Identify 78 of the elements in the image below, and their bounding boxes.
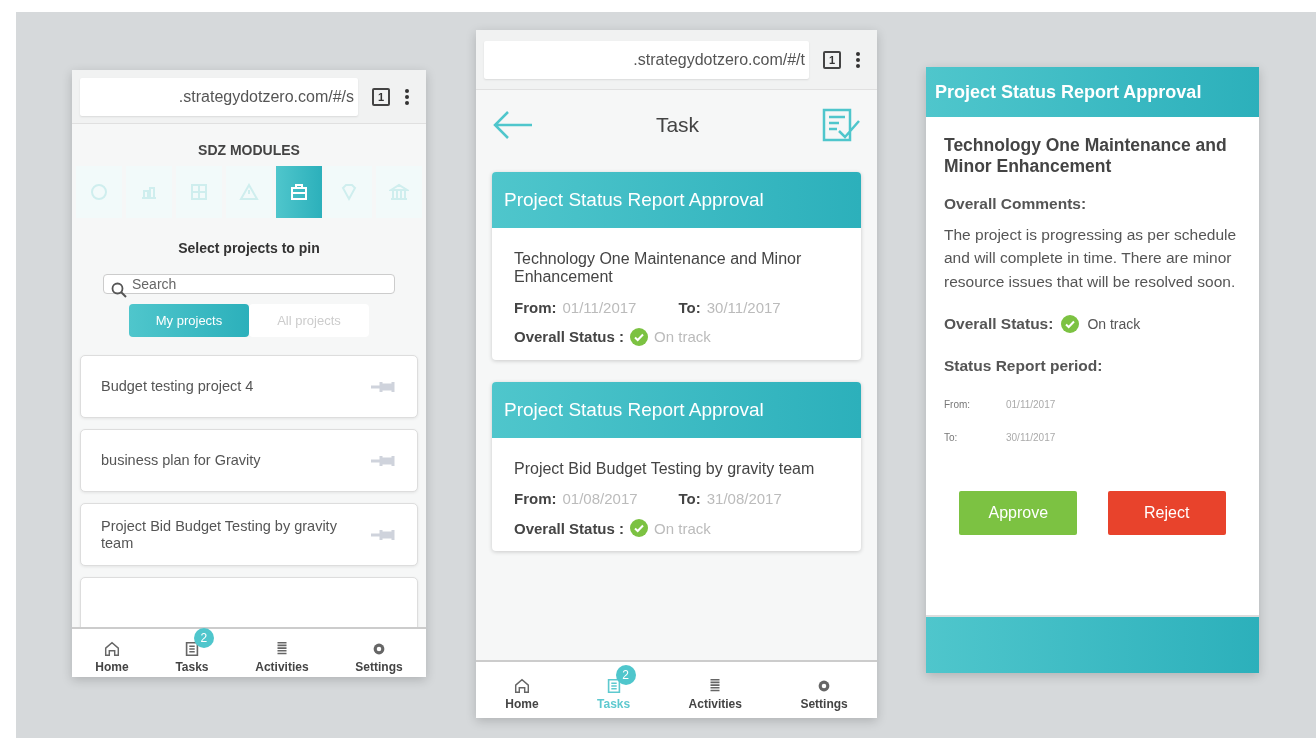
pin-icon[interactable] <box>371 453 397 468</box>
nav-tab[interactable]: Settings <box>786 669 862 711</box>
home-icon <box>103 640 121 658</box>
from-label: From: <box>514 490 557 508</box>
reject-button[interactable]: Reject <box>1107 490 1226 535</box>
tab-count[interactable]: 1 <box>823 50 841 69</box>
status-value: On track <box>654 519 711 537</box>
nav-tab[interactable]: Settings <box>341 632 417 674</box>
comments-text: The project is progressing as per schedule and will complete in time. There are minor resource issues that will be resolved soon. <box>944 225 1238 292</box>
from-date: 01/11/2017 <box>1006 398 1056 410</box>
period-label: Status Report period: <box>944 356 1104 375</box>
count-badge: 2 <box>193 628 214 648</box>
module-tile[interactable] <box>76 166 122 218</box>
from-label: From: <box>514 298 557 316</box>
nav-tab[interactable]: Activities <box>674 669 756 711</box>
project-card[interactable]: business plan for Gravity <box>80 429 418 492</box>
nav-tab[interactable]: Activities <box>241 632 323 674</box>
status-label: Overall Status : <box>514 328 625 346</box>
page-title: Task <box>655 113 700 137</box>
address-bar[interactable]: .strategydotzero.com/#/s <box>80 77 358 116</box>
from-date: 01/08/2017 <box>562 490 639 508</box>
from-label: From: <box>944 398 972 410</box>
task-card[interactable]: Project Status Report Approval Project Bid Budget Testing by gravity team From: 01/08/2017 To: 31/08/2017 Overall Status : On track <box>492 381 861 552</box>
to-label: To: <box>678 490 701 508</box>
card-header: Project Status Report Approval <box>492 172 861 228</box>
status-value: On track <box>654 328 711 346</box>
warning-icon <box>239 182 259 202</box>
briefcase-icon <box>289 182 309 202</box>
module-tile[interactable] <box>126 166 172 218</box>
to-label: To: <box>678 298 701 316</box>
address-bar[interactable]: .strategydotzero.com/#/t <box>484 40 809 79</box>
checklist-icon[interactable] <box>821 107 861 143</box>
section-heading: Select projects to pin <box>178 240 320 256</box>
menu-icon[interactable] <box>404 87 410 106</box>
menu-icon[interactable] <box>855 50 861 69</box>
count-badge: 2 <box>615 665 636 685</box>
project-name: business plan for Gravity <box>101 452 262 469</box>
to-date: 30/11/2017 <box>706 298 781 316</box>
tab-count[interactable]: 1 <box>372 87 390 106</box>
project-name: Project Bid Budget Testing by gravity team <box>101 517 338 552</box>
task-card[interactable]: Project Status Report Approval Technology One Maintenance and Minor Enhancement From: 01/11/2017 To: 30/11/2017 Overall Status : On track <box>492 172 861 360</box>
check-circle-icon <box>1061 314 1080 333</box>
from-date: 01/11/2017 <box>562 298 638 316</box>
search-field[interactable]: Search <box>103 274 395 294</box>
project-name: Budget testing project 4 <box>101 378 255 395</box>
module-tile[interactable] <box>326 166 372 218</box>
status-label: Overall Status: <box>944 314 1054 333</box>
card-header: Project Status Report Approval <box>492 381 861 438</box>
project-card[interactable] <box>80 577 418 627</box>
project-name: Technology One Maintenance and Minor Enhancement <box>944 135 1228 177</box>
check-circle-icon <box>630 327 649 346</box>
modules-title: SDZ MODULES <box>198 142 300 158</box>
comments-label: Overall Comments: <box>944 195 1088 213</box>
status-label: Overall Status : <box>514 519 625 537</box>
pin-icon[interactable] <box>371 527 397 542</box>
module-tile[interactable] <box>176 166 222 218</box>
module-tile[interactable] <box>226 166 272 218</box>
target-icon <box>89 182 109 202</box>
project-card[interactable]: Project Bid Budget Testing by gravity team <box>80 503 418 566</box>
card-header: Project Status Report Approval <box>926 67 1259 117</box>
module-tile[interactable] <box>376 166 422 218</box>
home-icon <box>512 677 531 695</box>
to-date: 31/08/2017 <box>706 490 782 508</box>
to-date: 30/11/2017 <box>1006 431 1056 443</box>
check-circle-icon <box>630 519 649 538</box>
project-name: Technology One Maintenance and Minor Enhancement <box>514 250 803 287</box>
project-card[interactable]: Budget testing project 4 <box>80 355 418 418</box>
nav-tab[interactable]: Home <box>81 632 143 674</box>
back-arrow-icon[interactable] <box>492 110 534 140</box>
module-tile[interactable] <box>276 166 322 218</box>
to-label: To: <box>944 431 959 443</box>
grid-icon <box>189 182 209 202</box>
status-value: On track <box>1087 315 1141 332</box>
nav-tab[interactable]: Home <box>491 669 553 711</box>
diamond-icon <box>339 182 359 202</box>
pin-icon[interactable] <box>371 379 397 394</box>
project-name: Project Bid Budget Testing by gravity team <box>514 459 816 479</box>
bank-icon <box>389 182 409 202</box>
